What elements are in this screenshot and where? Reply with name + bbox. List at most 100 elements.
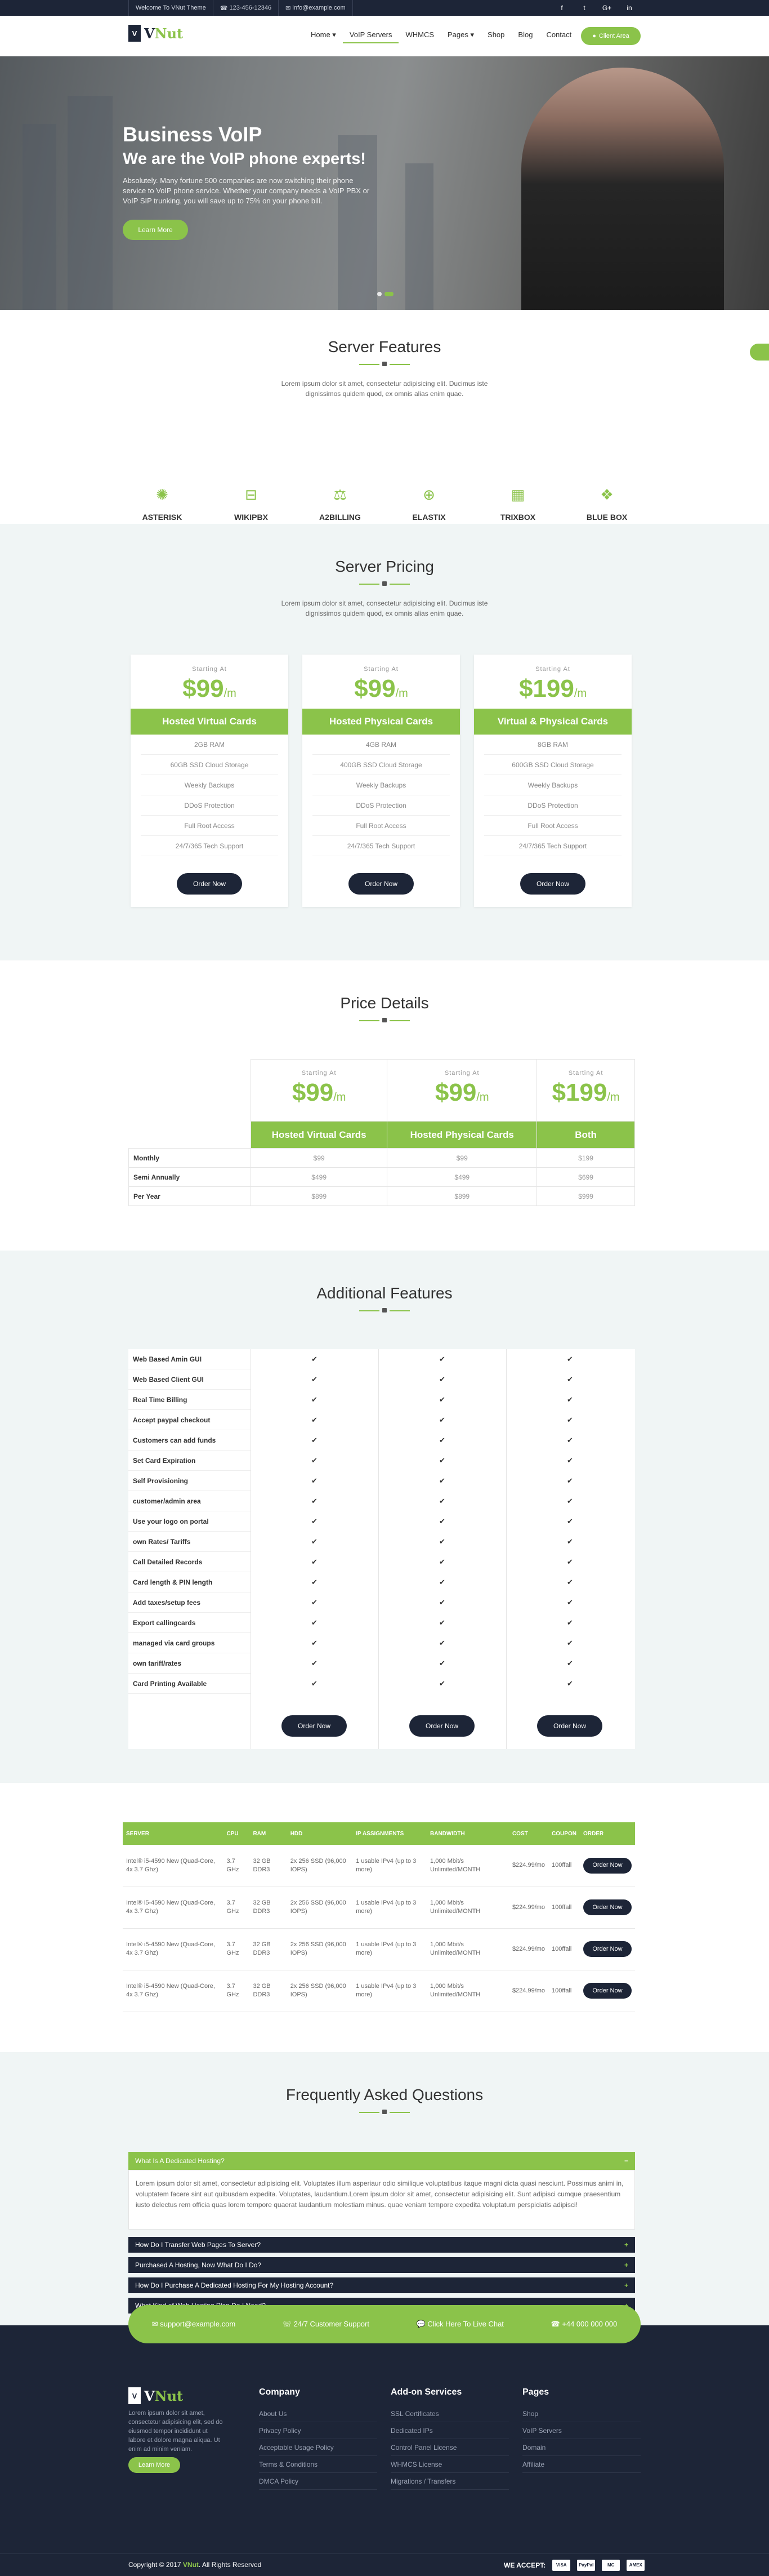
check-icon: ✔	[439, 1395, 445, 1404]
order-now-button[interactable]: Order Now	[583, 1983, 632, 1999]
footer-link[interactable]: Shop	[522, 2405, 641, 2422]
table-cell: Intel® i5-4590 New (Quad-Core, 4x 3.7 Gh…	[123, 1928, 223, 1970]
plan-price: $99/m	[182, 675, 236, 702]
check-icon: ✔	[311, 1476, 318, 1485]
footer-link[interactable]: WHMCS License	[391, 2456, 509, 2473]
feature-row-label: managed via card groups	[128, 1633, 251, 1653]
nav-shop[interactable]: Shop	[481, 30, 511, 43]
user-icon: ●	[592, 33, 596, 39]
footer-logo[interactable]: V VNut	[128, 2387, 183, 2404]
additional-features-section: Additional Features Order Now Order Now …	[0, 1251, 769, 1783]
order-now-button[interactable]: Order Now	[177, 873, 242, 895]
order-now-button[interactable]: Order Now	[281, 1715, 347, 1737]
plan-feature: DDoS Protection	[141, 795, 278, 816]
table-cell: 2x 256 SSD (96,000 IOPS)	[287, 1845, 353, 1887]
order-now-button[interactable]: Order Now	[583, 1899, 632, 1915]
nav-whmcs[interactable]: WHMCS	[399, 30, 441, 43]
divider-icon	[382, 362, 387, 366]
check-icon: ✔	[439, 1639, 445, 1647]
footer-link[interactable]: Domain	[522, 2439, 641, 2456]
footer-link[interactable]: VoIP Servers	[522, 2422, 641, 2439]
check-icon: ✔	[567, 1456, 573, 1465]
nav-voip-servers[interactable]: VoIP Servers	[342, 30, 399, 43]
linkedin-icon[interactable]: in	[618, 0, 641, 16]
facebook-icon[interactable]: f	[551, 0, 573, 16]
footer-link[interactable]: About Us	[259, 2405, 377, 2422]
table-cell: 100ffall	[548, 1970, 580, 2012]
pricing-card: Starting At $99/m Hosted Physical Cards …	[302, 655, 460, 907]
nav-pages[interactable]: Pages ▾	[441, 30, 481, 43]
footer-link[interactable]: Dedicated IPs	[391, 2422, 509, 2439]
order-now-button[interactable]: Order Now	[537, 1715, 602, 1737]
footer-link[interactable]: Affiliate	[522, 2456, 641, 2473]
feature-row-label: Card length & PIN length	[128, 1572, 251, 1592]
table-row: Semi Annually $499 $499 $699	[128, 1167, 635, 1187]
footer-link[interactable]: Migrations / Transfers	[391, 2473, 509, 2490]
faq-question[interactable]: Purchased A Hosting, Now What Do I Do? +	[128, 2257, 635, 2273]
table-cell: $224.99/mo	[508, 1887, 549, 1929]
title-divider	[359, 361, 410, 368]
order-now-button[interactable]: Order Now	[520, 873, 585, 895]
table-cell: 32 GB DDR3	[249, 1928, 287, 1970]
footer-link[interactable]: Terms & Conditions	[259, 2456, 377, 2473]
order-now-button[interactable]: Order Now	[583, 1857, 632, 1874]
order-cell: Order Now	[579, 1887, 635, 1929]
table-cell: 2x 256 SSD (96,000 IOPS)	[287, 1928, 353, 1970]
check-icon: ✔	[311, 1355, 318, 1363]
faq-question[interactable]: What Is A Dedicated Hosting? −	[128, 2152, 635, 2170]
table-row: Intel® i5-4590 New (Quad-Core, 4x 3.7 Gh…	[123, 1845, 635, 1887]
nav-home[interactable]: Home ▾	[304, 30, 343, 43]
logo-text: VNut	[144, 2387, 184, 2404]
check-icon: ✔	[311, 1537, 318, 1546]
footer-link[interactable]: Acceptable Usage Policy	[259, 2439, 377, 2456]
inbox-icon: ⊟	[245, 486, 257, 503]
check-icon: ✔	[567, 1578, 573, 1586]
slider-dot[interactable]	[377, 292, 382, 296]
plan-name: Hosted Virtual Cards	[131, 709, 288, 735]
nav-blog[interactable]: Blog	[511, 30, 539, 43]
footer-link[interactable]: DMCA Policy	[259, 2473, 377, 2490]
footer-learn-more-button[interactable]: Learn More	[128, 2457, 180, 2473]
divider-icon	[382, 2110, 387, 2114]
order-now-button[interactable]: Order Now	[348, 873, 414, 895]
faq-item-open: What Is A Dedicated Hosting? − Lorem ipsu…	[128, 2152, 635, 2230]
table-cell: Intel® i5-4590 New (Quad-Core, 4x 3.7 Gh…	[123, 1887, 223, 1929]
column-header: BANDWIDTH	[427, 1822, 509, 1845]
footer-heading: Company	[259, 2387, 300, 2397]
expand-icon: +	[624, 2281, 628, 2289]
main-nav: Home ▾ VoIP Servers WHMCS Pages ▾ Shop B…	[304, 30, 578, 43]
faq-question[interactable]: How Do I Purchase A Dedicated Hosting Fo…	[128, 2277, 635, 2293]
slider-dot-active[interactable]	[384, 292, 394, 296]
check-icon: ✔	[439, 1618, 445, 1627]
side-settings-tab[interactable]	[750, 344, 769, 361]
price-details-section: Price Details Starting At $99/m Starting …	[0, 960, 769, 1251]
table-row: Monthly $99 $99 $199	[128, 1148, 635, 1168]
table-cell: 2x 256 SSD (96,000 IOPS)	[287, 1887, 353, 1929]
contact-phone[interactable]: ☎ +44 000 000 000	[551, 2320, 617, 2329]
check-icon: ✔	[439, 1375, 445, 1383]
client-area-button[interactable]: ● Client Area	[581, 27, 641, 45]
order-cell: Order Now	[579, 1970, 635, 2012]
live-chat-link[interactable]: 💬 Click Here To Live Chat	[417, 2320, 504, 2329]
contact-email[interactable]: ✉ support@example.com	[152, 2320, 235, 2329]
logo[interactable]: V VNut	[128, 25, 183, 42]
footer-link[interactable]: Privacy Policy	[259, 2422, 377, 2439]
check-icon: ✔	[439, 1537, 445, 1546]
check-icon: ✔	[567, 1355, 573, 1363]
dropbox-icon: ❖	[600, 486, 614, 503]
twitter-icon[interactable]: t	[573, 0, 596, 16]
order-now-button[interactable]: Order Now	[583, 1941, 632, 1957]
nav-contact[interactable]: Contact	[539, 30, 578, 43]
faq-question[interactable]: How Do I Transfer Web Pages To Server? +	[128, 2237, 635, 2253]
footer-link[interactable]: SSL Certificates	[391, 2405, 509, 2422]
footer-link[interactable]: Control Panel License	[391, 2439, 509, 2456]
table-cell: 3.7 GHz	[223, 1928, 250, 1970]
table-cell: 1,000 Mbit/s Unlimited/MONTH	[427, 1928, 509, 1970]
check-icon: ✔	[567, 1436, 573, 1444]
order-now-button[interactable]: Order Now	[409, 1715, 475, 1737]
server-pricing-section: Server Pricing Lorem ipsum dolor sit ame…	[0, 524, 769, 960]
amex-icon: AMEX	[627, 2560, 645, 2571]
contact-support[interactable]: ☏ 24/7 Customer Support	[283, 2320, 369, 2329]
google-plus-icon[interactable]: G+	[596, 0, 618, 16]
hero-learn-more-button[interactable]: Learn More	[123, 220, 188, 240]
